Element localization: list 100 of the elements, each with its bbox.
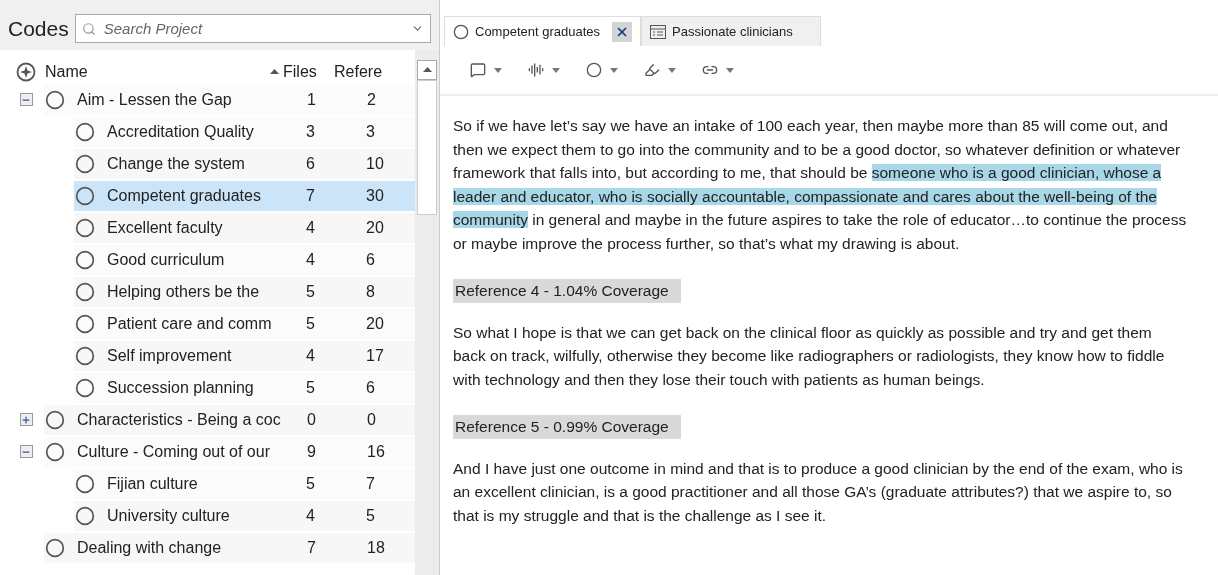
circle-icon xyxy=(45,409,65,430)
toolbar-dropdown[interactable] xyxy=(644,62,676,78)
column-header[interactable]: Name xyxy=(44,59,270,84)
expand-toggle[interactable] xyxy=(19,413,33,426)
references-count: 10 xyxy=(366,153,384,174)
references-count: 20 xyxy=(366,217,384,238)
close-icon[interactable] xyxy=(612,21,633,42)
plus-icon xyxy=(21,414,31,425)
tree-row[interactable]: University culture 4 5 xyxy=(74,500,415,531)
files-count: 5 xyxy=(306,473,316,494)
tree-row[interactable]: Aim - Lessen the Gap 1 2 xyxy=(44,84,415,115)
tree-row[interactable]: Succession planning 5 6 xyxy=(74,372,415,403)
references-count: 16 xyxy=(367,441,385,462)
files-count: 7 xyxy=(307,537,317,558)
circle-icon xyxy=(75,121,95,142)
code-name: Dealing with change xyxy=(77,537,223,558)
tree-row[interactable]: Competent graduates 7 30 xyxy=(74,180,415,211)
highlighter-icon xyxy=(644,62,660,78)
waveform-icon xyxy=(528,62,544,78)
tree-row[interactable]: Self improvement 4 17 xyxy=(74,340,415,371)
circle-icon xyxy=(586,62,602,78)
code-name: Excellent faculty xyxy=(107,217,224,238)
circle-icon xyxy=(75,249,95,270)
tree-row[interactable]: Helping others be the 5 8 xyxy=(74,276,415,307)
table-icon xyxy=(650,24,667,39)
files-count: 0 xyxy=(307,409,317,430)
circle-icon xyxy=(75,345,95,366)
references-count: 3 xyxy=(366,121,375,142)
quote-paragraph: So what I hope is that we can get back on the clinical floor as quickly as possible and try and get them back on track, wilfully, otherwise they become like radiographers or radiologists, they know how to fiddle with technology and then they lose their touch with patients as human beings. xyxy=(453,322,1166,390)
comment-icon xyxy=(470,62,486,78)
files-count: 5 xyxy=(306,313,316,334)
add-node-icon[interactable] xyxy=(16,61,36,82)
tree-row[interactable]: Culture - Coming out of our 9 16 xyxy=(44,436,415,467)
tree-row[interactable]: Change the system 6 10 xyxy=(74,148,415,179)
references-count: 0 xyxy=(367,409,376,430)
code-name: Characteristics - Being a coc xyxy=(77,409,282,430)
caret-icon xyxy=(610,67,618,73)
tree-row[interactable]: Accreditation Quality 3 3 xyxy=(74,116,415,147)
tab[interactable]: Competent graduates xyxy=(444,16,642,46)
files-count: 5 xyxy=(306,377,316,398)
references-count: 6 xyxy=(366,249,375,270)
code-name: Culture - Coming out of our xyxy=(77,441,271,462)
tree-row[interactable]: Good curriculum 4 6 xyxy=(74,244,415,275)
references-count: 2 xyxy=(367,89,376,110)
column-header[interactable]: Refere xyxy=(334,59,383,84)
references-count: 7 xyxy=(366,473,375,494)
circle-icon xyxy=(45,537,65,558)
scroll-up-icon[interactable] xyxy=(422,67,432,72)
caret-icon xyxy=(726,67,734,73)
references-count: 30 xyxy=(366,185,384,206)
code-name: Patient care and comm xyxy=(107,313,273,334)
circle-icon xyxy=(75,217,95,238)
references-count: 8 xyxy=(366,281,375,302)
reference-label: Reference 5 - 0.99% Coverage xyxy=(453,415,681,439)
panel-title: Codes xyxy=(8,16,69,42)
files-count: 9 xyxy=(307,441,317,462)
column-header[interactable]: Files xyxy=(270,59,334,84)
circle-icon xyxy=(75,281,95,302)
toolbar-dropdown[interactable] xyxy=(586,62,618,78)
circle-icon xyxy=(75,505,95,526)
reference-label: Reference 4 - 1.04% Coverage xyxy=(453,279,681,303)
files-count: 4 xyxy=(306,249,316,270)
caret-icon xyxy=(552,67,560,73)
tree-row[interactable]: Characteristics - Being a coc 0 0 xyxy=(44,404,415,435)
tree-row[interactable]: Excellent faculty 4 20 xyxy=(74,212,415,243)
caret-icon xyxy=(668,67,676,73)
references-count: 18 xyxy=(367,537,385,558)
quote-paragraph: And I have just one outcome in mind and that is to produce a good clinician by the end of the exam, who is an excellent clinician, is a good practitioner and all those GA’s (graduate attributes?) that we aspire to, so that is my struggle and that is the challenge as I see it. xyxy=(453,458,1184,526)
files-count: 4 xyxy=(306,345,316,366)
circle-icon xyxy=(75,377,95,398)
toolbar-dropdown[interactable] xyxy=(470,62,502,78)
scrollbar-thumb[interactable] xyxy=(417,79,437,215)
references-count: 17 xyxy=(366,345,384,366)
circle-icon xyxy=(45,441,65,462)
code-name: Accreditation Quality xyxy=(107,121,255,142)
scrollbar[interactable] xyxy=(415,49,439,575)
circle-icon xyxy=(453,23,469,40)
code-name: Self improvement xyxy=(107,345,233,366)
code-name: Helping others be the xyxy=(107,281,261,302)
code-name: Change the system xyxy=(107,153,246,174)
references-count: 20 xyxy=(366,313,384,334)
caret-icon xyxy=(494,67,502,73)
files-count: 6 xyxy=(306,153,316,174)
collapse-toggle[interactable] xyxy=(19,93,33,106)
code-name: University culture xyxy=(107,505,231,526)
files-count: 7 xyxy=(306,185,316,206)
tree-row[interactable]: Patient care and comm 5 20 xyxy=(74,308,415,339)
references-count: 6 xyxy=(366,377,375,398)
circle-icon xyxy=(75,185,95,206)
circle-icon xyxy=(75,313,95,334)
quote-paragraph: So if we have let’s say we have an intake of 100 each year, then maybe more than 85 will come out, and then we expect them to go into the community and to be a good doctor, so whatever definition or whatever framework that falls into, but according to me, that should be someone who is a good clinician, whose a leader and educator, who is socially accountable, compassionate and cares about the well-being of the community in general and maybe in the future aspires to take the role of educator…to continue the process or maybe improve the process further, so that’s what my drawing is about. xyxy=(453,116,1188,254)
files-count: 1 xyxy=(307,89,317,110)
collapse-toggle[interactable] xyxy=(19,445,33,458)
tab[interactable]: Passionate clinicians xyxy=(641,16,822,46)
search-field[interactable]: Search Project xyxy=(74,14,431,44)
circle-icon xyxy=(75,473,95,494)
tree-row[interactable]: Dealing with change 7 18 xyxy=(44,532,415,563)
tree-row[interactable]: Fijian culture 5 7 xyxy=(74,468,415,499)
toolbar-dropdown[interactable] xyxy=(528,62,560,78)
code-name: Good curriculum xyxy=(107,249,226,270)
